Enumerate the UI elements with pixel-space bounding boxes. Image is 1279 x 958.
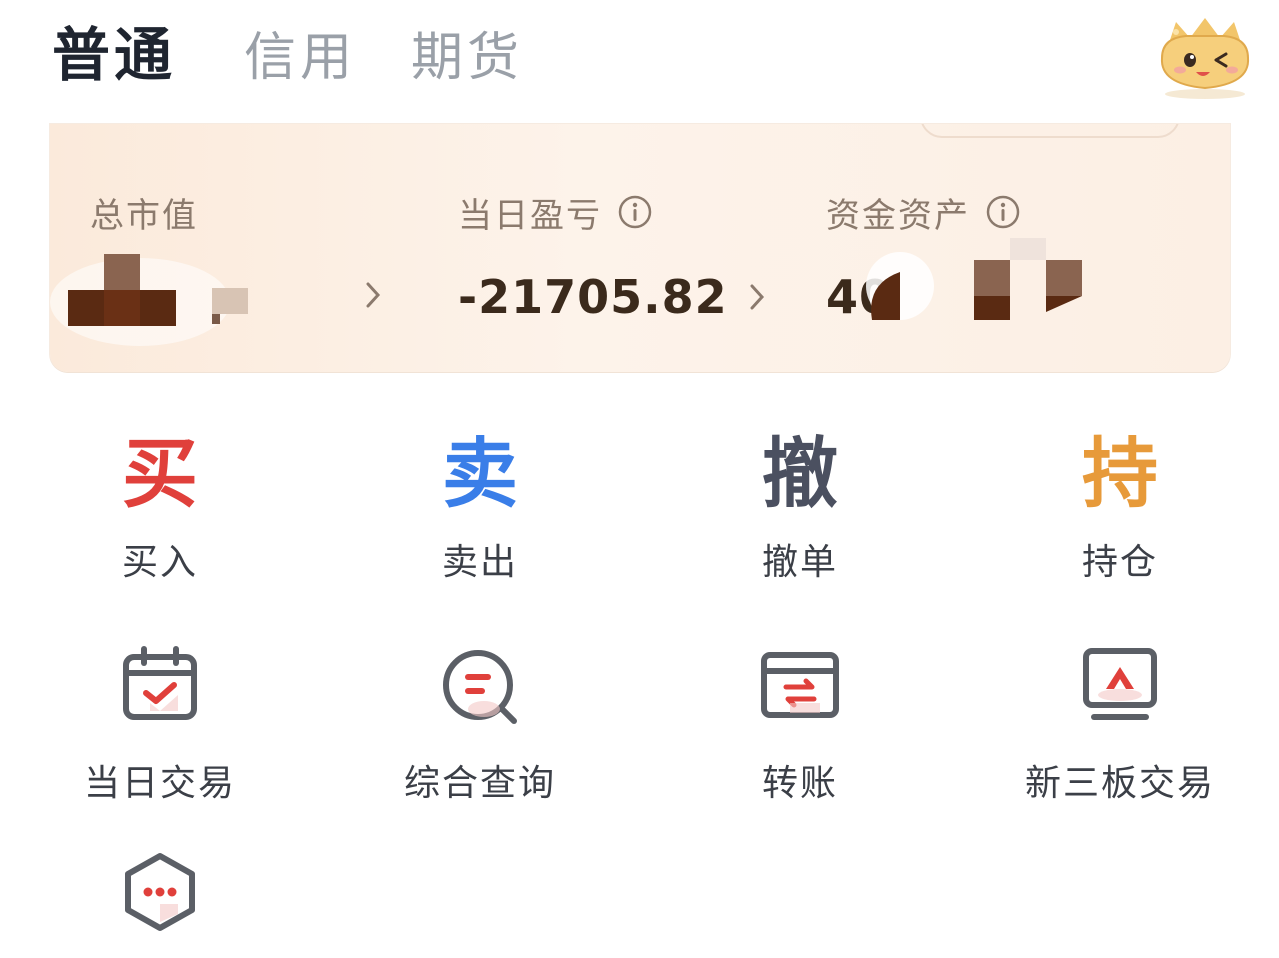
search-list-icon: [443, 650, 517, 724]
more-hexagon-icon: [125, 853, 195, 931]
total-market-value-label: 总市值: [90, 195, 198, 236]
trade-home-screen: 普通 信用 期货 总市值 当日盈亏 -21705.82 资金资产 40 买 买入…: [0, 0, 1279, 958]
tool-comprehensive-query[interactable]: 综合查询: [320, 645, 640, 809]
daily-pnl-label: 当日盈亏: [458, 195, 602, 236]
tool-transfer[interactable]: 转账: [640, 645, 960, 809]
card-top-pill[interactable]: [920, 124, 1180, 138]
mosaic-redaction-icon: [50, 254, 248, 346]
quick-action-positions[interactable]: 持 持仓: [960, 424, 1279, 588]
today-trades-label: 当日交易: [83, 763, 236, 804]
tab-futures[interactable]: 期货: [411, 22, 523, 94]
metric-daily-pnl[interactable]: 当日盈亏 -21705.82: [458, 184, 766, 342]
daily-pnl-chevron-icon[interactable]: [748, 282, 766, 312]
buy-char-icon: 买: [122, 429, 198, 518]
tab-normal[interactable]: 普通: [52, 19, 176, 91]
sell-char-icon: 卖: [442, 429, 518, 518]
transfer-card-icon: [761, 652, 839, 718]
asset-summary-card: 总市值 当日盈亏 -21705.82 资金资产 40: [50, 124, 1230, 372]
positions-label: 持仓: [1081, 542, 1158, 583]
total-market-value-chevron-icon[interactable]: [364, 280, 382, 310]
cancel-order-label: 撤单: [761, 542, 838, 583]
positions-char-icon: 持: [1082, 429, 1158, 518]
buy-label: 买入: [121, 542, 198, 583]
calendar-check-icon: [123, 646, 197, 720]
daily-pnl-value: -21705.82: [458, 270, 728, 324]
comprehensive-query-label: 综合查询: [403, 763, 556, 804]
tool-neeq-trading[interactable]: 新三板交易: [960, 645, 1279, 809]
quick-action-sell[interactable]: 卖 卖出: [320, 424, 640, 588]
metric-fund-assets[interactable]: 资金资产 40: [826, 184, 1146, 342]
account-type-tabs: 普通 信用 期货: [0, 0, 1279, 120]
quick-action-cancel-order[interactable]: 撤 撤单: [640, 424, 960, 588]
avatar-mascot-icon[interactable]: [1146, 8, 1264, 100]
metric-total-market-value[interactable]: 总市值: [50, 184, 390, 346]
tool-today-trades[interactable]: 当日交易: [0, 645, 320, 809]
mosaic-redaction-icon: [866, 238, 1082, 320]
daily-pnl-info-icon[interactable]: [618, 195, 652, 229]
tool-more[interactable]: [0, 852, 320, 936]
monitor-triangle-icon: [1083, 648, 1157, 720]
quick-action-buy[interactable]: 买 买入: [0, 424, 320, 588]
neeq-trading-label: 新三板交易: [1024, 763, 1215, 804]
cancel-char-icon: 撤: [762, 429, 838, 518]
tab-credit[interactable]: 信用: [244, 22, 356, 94]
transfer-label: 转账: [761, 763, 838, 804]
sell-label: 卖出: [441, 542, 518, 583]
